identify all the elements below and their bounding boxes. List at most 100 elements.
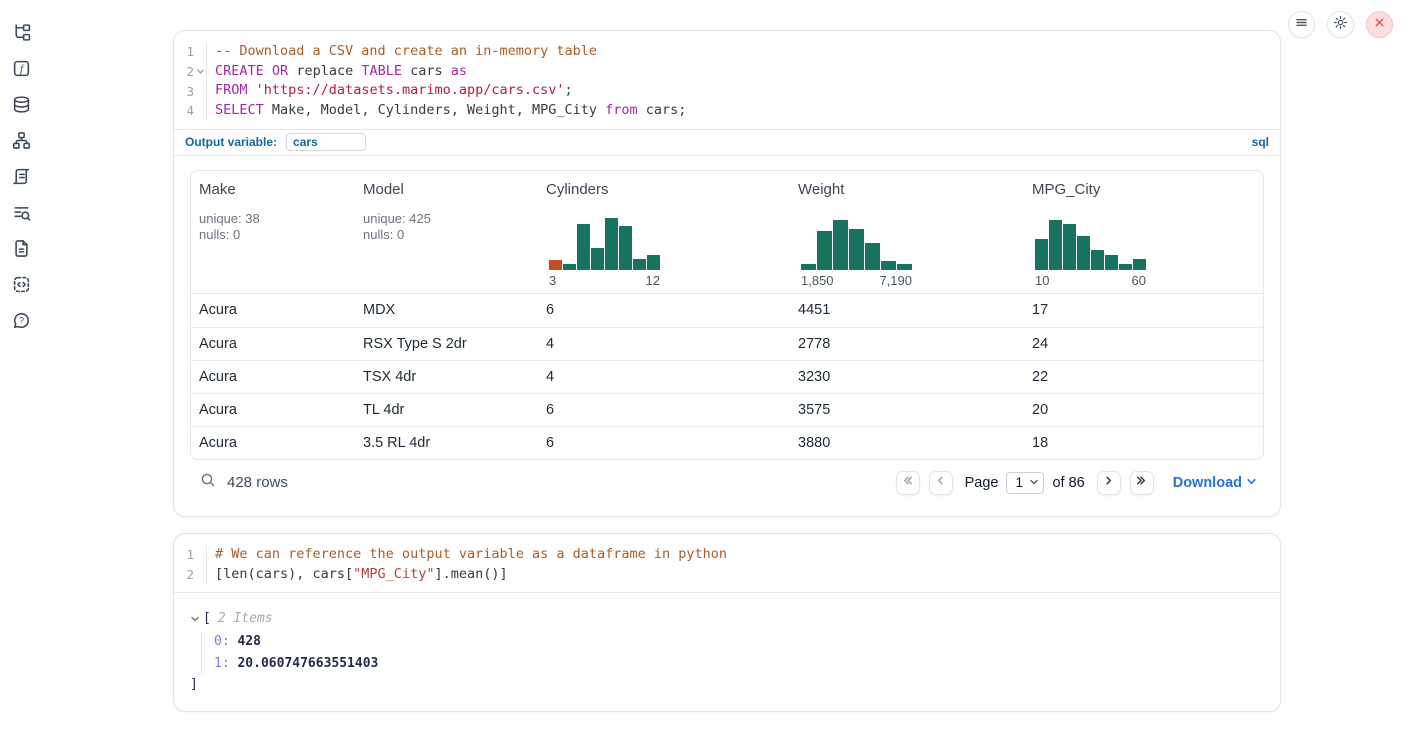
weight-histogram: 1,850 7,190 — [801, 218, 912, 288]
search-button[interactable] — [197, 472, 216, 493]
histogram-bar — [801, 264, 816, 270]
scroll-icon[interactable] — [12, 167, 31, 186]
first-page-button[interactable] — [896, 471, 920, 495]
cylinders-histogram: 3 12 — [549, 218, 660, 288]
items-count-label: 2 Items — [218, 611, 273, 626]
sql-code-editor[interactable]: 1234 -- Download a CSV and create an in-… — [174, 31, 1280, 129]
table-cell: 3230 — [790, 369, 1024, 385]
table-cell: 3.5 RL 4dr — [355, 435, 538, 451]
line-number-gutter: 12 — [174, 545, 207, 584]
data-table: Make unique: 38 nulls: 0 Model unique: 4… — [190, 170, 1264, 460]
histogram-bar — [1063, 224, 1076, 270]
histogram-bar — [619, 226, 632, 270]
python-code-editor[interactable]: 12 # We can reference the output variabl… — [174, 534, 1280, 593]
table-cell: 18 — [1024, 435, 1263, 451]
column-label[interactable]: Make — [199, 181, 347, 198]
shutdown-button[interactable] — [1366, 11, 1393, 38]
code-line: # We can reference the output variable a… — [215, 545, 1280, 565]
chevron-down-icon — [1246, 475, 1257, 491]
table-cell: 6 — [538, 402, 790, 418]
table-row[interactable]: AcuraTL 4dr6357520 — [191, 393, 1263, 426]
chevron-right-icon — [1102, 474, 1115, 492]
column-label[interactable]: MPG_City — [1032, 181, 1255, 198]
collapse-chevron-icon[interactable] — [190, 614, 200, 624]
snippets-icon[interactable] — [12, 275, 31, 294]
line-number: 4 — [174, 103, 194, 118]
logs-search-icon[interactable] — [12, 203, 31, 222]
line-number-gutter: 1234 — [174, 42, 207, 121]
histogram-bar — [817, 231, 832, 270]
column-header-mpg-city: MPG_City 10 60 — [1024, 171, 1263, 293]
table-cell: 22 — [1024, 369, 1263, 385]
table-cell: Acura — [191, 435, 355, 451]
table-row[interactable]: AcuraRSX Type S 2dr4277824 — [191, 327, 1263, 360]
histogram-bar — [1035, 239, 1048, 270]
histogram-bar — [633, 259, 646, 270]
menu-icon — [1294, 15, 1309, 35]
histogram-max-label: 12 — [646, 273, 660, 288]
table-row[interactable]: AcuraMDX6445117 — [191, 294, 1263, 327]
chevrons-left-icon — [901, 474, 914, 492]
histogram-bar — [1091, 250, 1104, 270]
page-count-label: of 86 — [1052, 475, 1084, 491]
table-cell: TL 4dr — [355, 402, 538, 418]
page-number-select[interactable]: 1 — [1006, 472, 1044, 494]
open-bracket: [ — [203, 611, 211, 626]
table-cell: 4 — [538, 336, 790, 352]
histogram-bar — [577, 224, 590, 270]
column-stats: unique: 38 nulls: 0 — [199, 211, 347, 244]
table-row[interactable]: Acura3.5 RL 4dr6388018 — [191, 426, 1263, 459]
dependency-graph-icon[interactable] — [12, 131, 31, 150]
sql-cell: 1234 -- Download a CSV and create an in-… — [173, 30, 1281, 517]
column-label[interactable]: Model — [363, 181, 530, 198]
column-label[interactable]: Cylinders — [546, 181, 782, 198]
histogram-max-label: 7,190 — [879, 273, 912, 288]
table-cell: Acura — [191, 302, 355, 318]
database-icon[interactable] — [12, 95, 31, 114]
download-button[interactable]: Download — [1173, 475, 1257, 491]
histogram-max-label: 60 — [1132, 273, 1146, 288]
table-cell: 24 — [1024, 336, 1263, 352]
column-label[interactable]: Weight — [798, 181, 1016, 198]
settings-button[interactable] — [1327, 11, 1354, 38]
histogram-bar — [605, 218, 618, 270]
next-page-button[interactable] — [1097, 471, 1121, 495]
table-cell: 6 — [538, 302, 790, 318]
table-cell: 3880 — [790, 435, 1024, 451]
table-header: Make unique: 38 nulls: 0 Model unique: 4… — [191, 171, 1263, 294]
python-code: # We can reference the output variable a… — [207, 545, 1280, 584]
histogram-bar — [1119, 264, 1132, 270]
output-variable-input[interactable] — [286, 133, 366, 151]
file-tree-icon[interactable] — [12, 23, 31, 42]
table-cell: 4451 — [790, 302, 1024, 318]
code-line: SELECT Make, Model, Cylinders, Weight, M… — [215, 101, 1280, 121]
document-icon[interactable] — [12, 239, 31, 258]
histogram-bar — [563, 264, 576, 270]
help-icon[interactable]: ? — [12, 311, 31, 330]
gear-icon — [1333, 15, 1348, 35]
menu-button[interactable] — [1288, 11, 1315, 38]
histogram-bar — [881, 261, 896, 270]
table-body: AcuraMDX6445117AcuraRSX Type S 2dr427782… — [191, 294, 1263, 459]
histogram-min-label: 1,850 — [801, 273, 834, 288]
page-label: Page — [965, 475, 999, 491]
function-icon[interactable]: f — [12, 59, 31, 78]
table-cell: RSX Type S 2dr — [355, 336, 538, 352]
last-page-button[interactable] — [1130, 471, 1154, 495]
table-cell: 20 — [1024, 402, 1263, 418]
mpg-city-histogram: 10 60 — [1035, 218, 1146, 288]
fold-chevron-icon[interactable] — [194, 66, 206, 78]
close-icon — [1373, 16, 1386, 34]
table-row[interactable]: AcuraTSX 4dr4323022 — [191, 360, 1263, 393]
chevrons-right-icon — [1135, 474, 1148, 492]
output-variable-label: Output variable: — [185, 135, 277, 149]
output-list: 0: 4281: 20.060747663551403 — [201, 631, 1264, 675]
table-cell: TSX 4dr — [355, 369, 538, 385]
column-stats: unique: 425 nulls: 0 — [363, 211, 530, 244]
line-number: 3 — [174, 84, 194, 99]
code-line: [len(cars), cars["MPG_City"].mean()] — [215, 565, 1280, 585]
search-icon — [200, 472, 216, 493]
line-number: 1 — [174, 44, 194, 59]
previous-page-button[interactable] — [929, 471, 953, 495]
output-variable-row: Output variable: sql — [174, 129, 1280, 156]
